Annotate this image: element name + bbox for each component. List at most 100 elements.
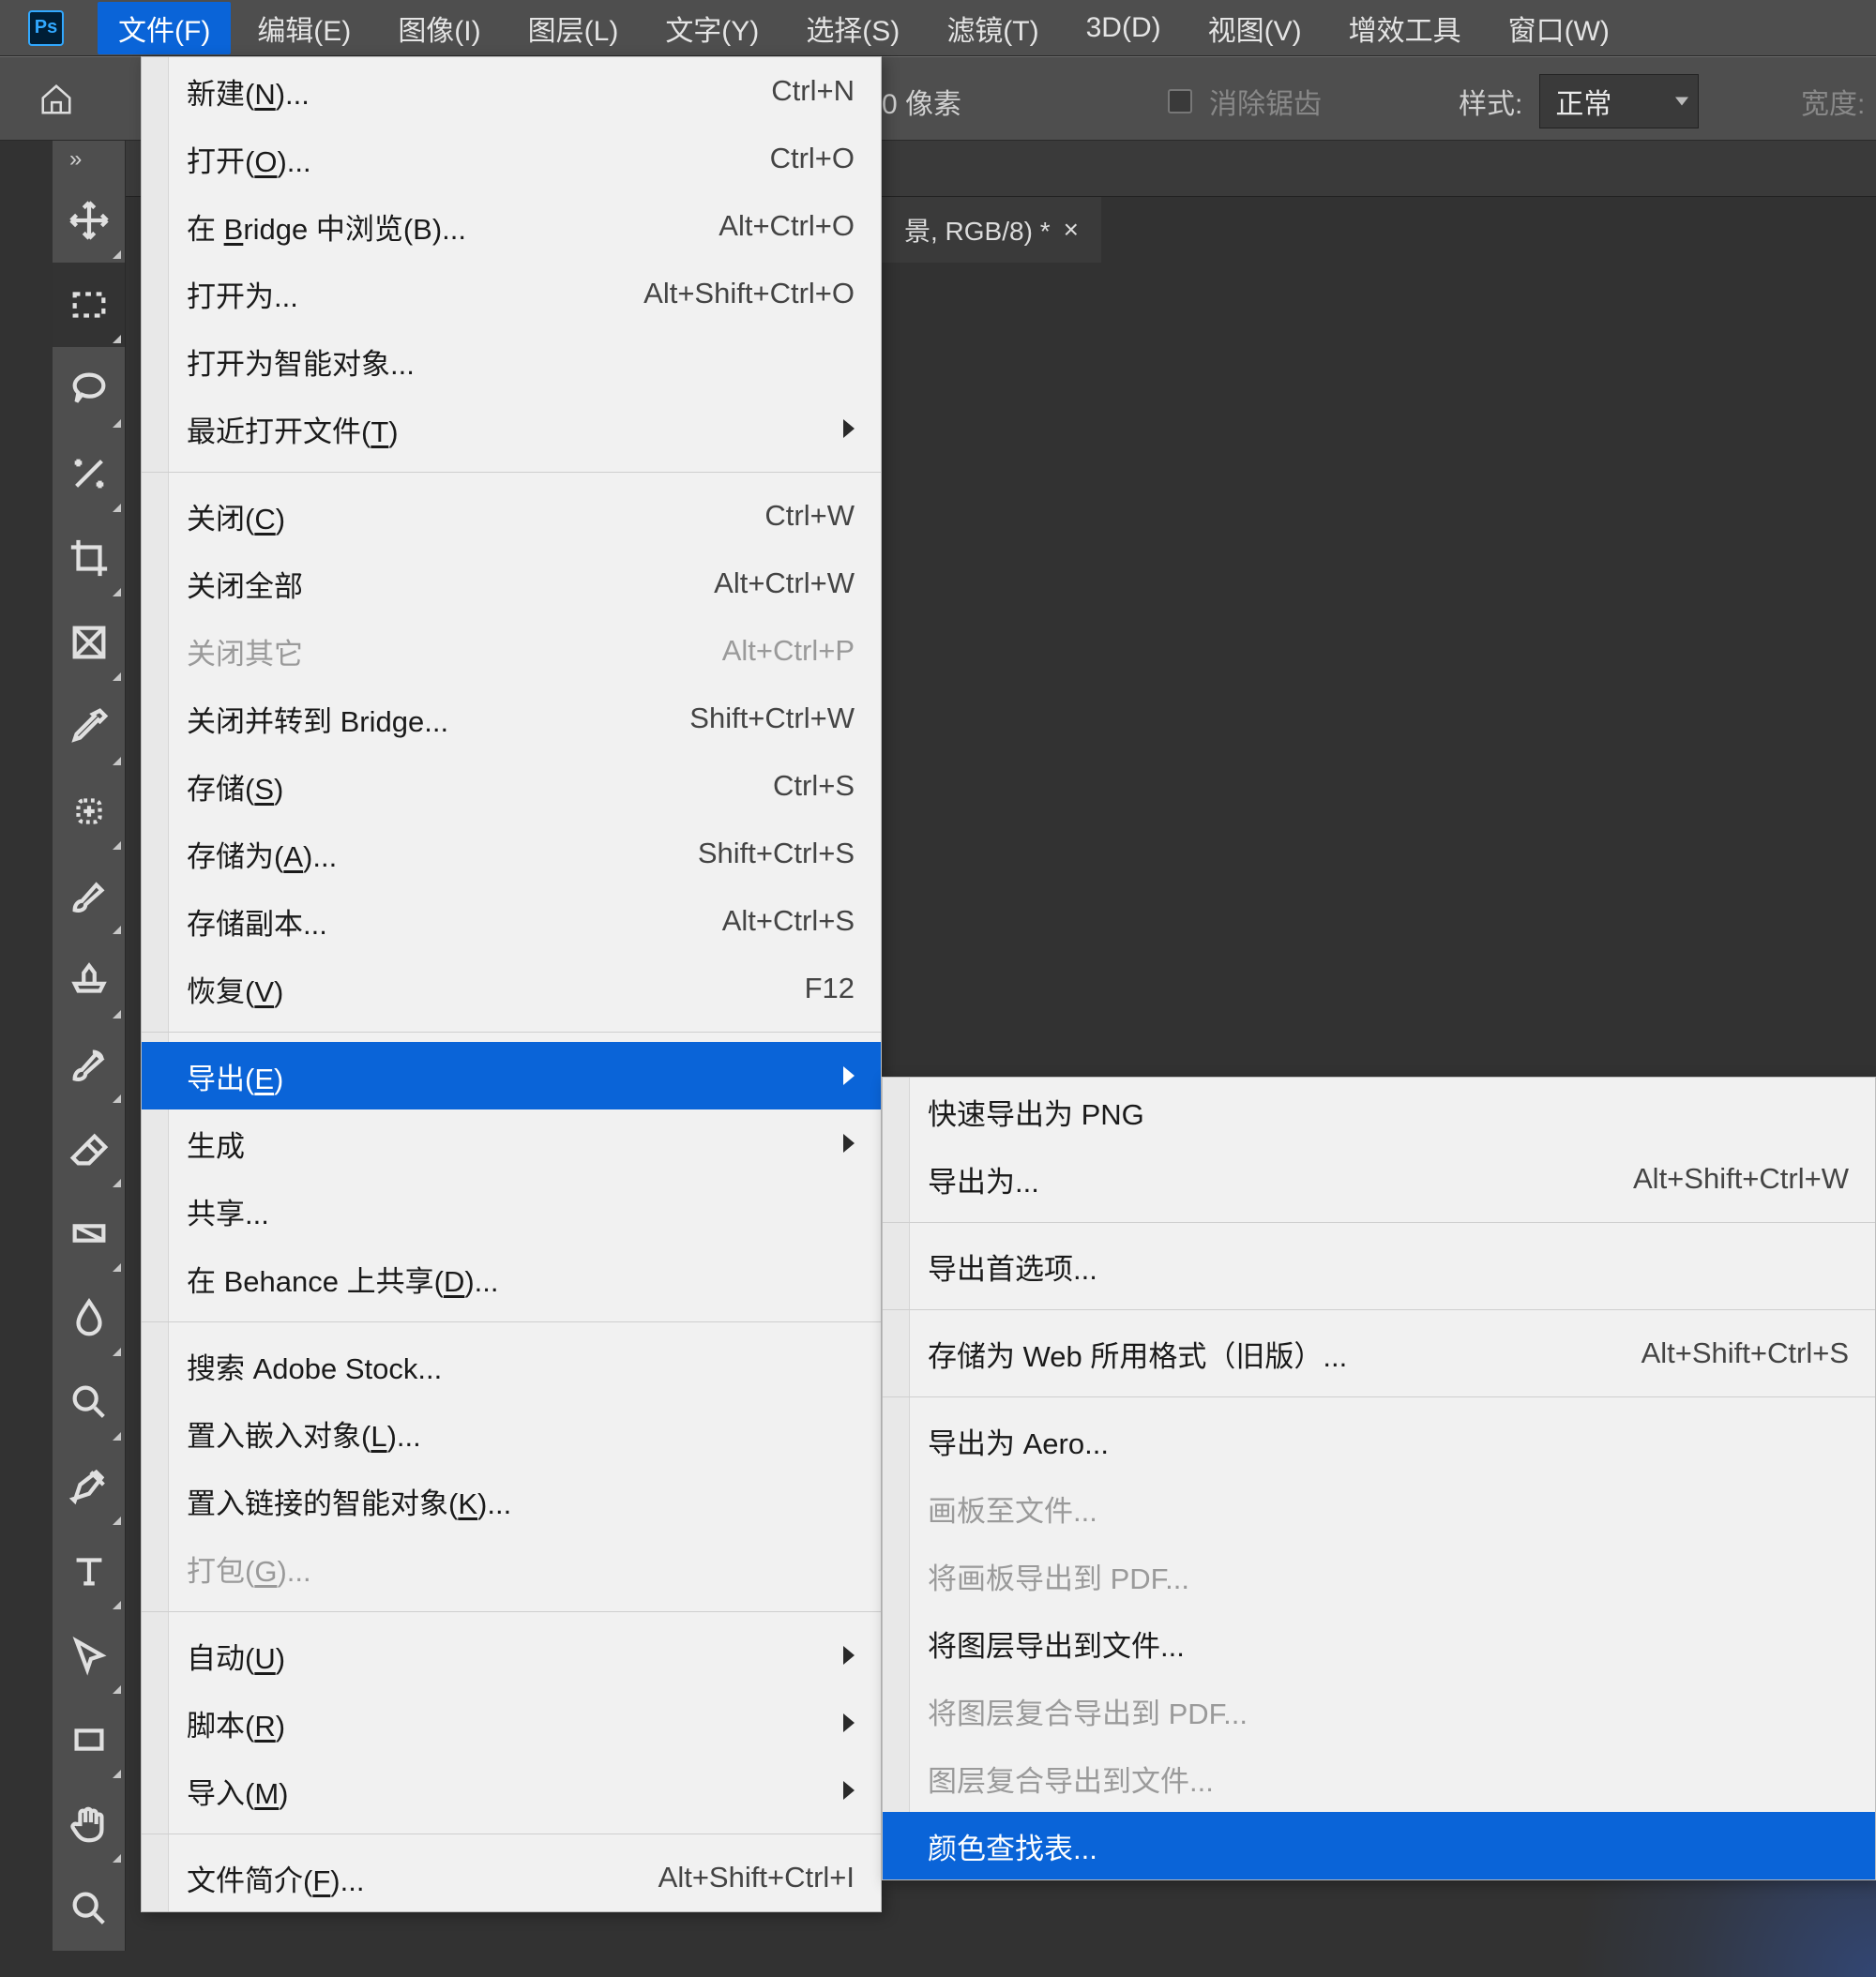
file-menu-item-17[interactable]: 生成 [142, 1109, 881, 1177]
hand-tool[interactable] [53, 1782, 125, 1866]
magic-wand-tool[interactable] [53, 431, 125, 516]
blur-tool[interactable] [53, 1275, 125, 1360]
export-submenu-item-1[interactable]: 导出为... Alt+Shift+Ctrl+W [883, 1145, 1875, 1213]
export-submenu-item-label: 将画板导出到 PDF... [928, 1555, 1849, 1597]
move-tool[interactable] [53, 178, 125, 263]
file-menu-item-27[interactable]: 脚本(R) [142, 1689, 881, 1757]
export-submenu-item-label: 将图层导出到文件... [928, 1622, 1849, 1665]
menu-file[interactable]: 文件(F) [98, 2, 231, 54]
export-submenu-item-label: 导出为... [928, 1158, 1605, 1200]
file-menu-item-28[interactable]: 导入(M) [142, 1757, 881, 1824]
style-label: 样式: [1459, 81, 1522, 122]
file-menu-item-label: 恢复(V) [187, 968, 777, 1010]
rectangle-tool[interactable] [53, 1698, 125, 1782]
document-tab[interactable]: 景, RGB/8) * × [882, 197, 1101, 263]
menubar: Ps 文件(F) 编辑(E) 图像(I) 图层(L) 文字(Y) 选择(S) 滤… [0, 0, 1876, 56]
history-brush-tool[interactable] [53, 1022, 125, 1107]
file-menu-item-2[interactable]: 在 Bridge 中浏览(B)...Alt+Ctrl+O [142, 192, 881, 260]
menu-edit[interactable]: 编辑(E) [236, 2, 371, 54]
file-menu-item-accel: Ctrl+N [771, 74, 855, 108]
menu-plugins[interactable]: 增效工具 [1328, 2, 1482, 54]
document-tab-close[interactable]: × [1064, 215, 1079, 245]
file-menu-item-18[interactable]: 共享... [142, 1177, 881, 1245]
file-menu-item-label: 存储(S) [187, 765, 745, 807]
frame-tool[interactable] [53, 600, 125, 685]
pen-tool[interactable] [53, 1444, 125, 1529]
path-selection-tool[interactable] [53, 1613, 125, 1698]
menu-layer[interactable]: 图层(L) [507, 2, 640, 54]
rectangular-marquee-tool[interactable] [53, 263, 125, 347]
crop-tool[interactable] [53, 516, 125, 600]
file-menu-item-11[interactable]: 存储(S)Ctrl+S [142, 752, 881, 820]
zoom-tool[interactable] [53, 1866, 125, 1951]
file-menu-item-10[interactable]: 关闭并转到 Bridge...Shift+Ctrl+W [142, 685, 881, 752]
antialias-checkbox[interactable] [1168, 89, 1192, 113]
eyedropper-tool[interactable] [53, 685, 125, 769]
file-menu-item-19[interactable]: 在 Behance 上共享(D)... [142, 1245, 881, 1312]
file-menu-item-8[interactable]: 关闭全部Alt+Ctrl+W [142, 550, 881, 617]
file-menu-item-22[interactable]: 置入嵌入对象(L)... [142, 1399, 881, 1467]
menu-view[interactable]: 视图(V) [1188, 2, 1323, 54]
file-menu-item-12[interactable]: 存储为(A)...Shift+Ctrl+S [142, 820, 881, 887]
file-menu-item-30[interactable]: 文件简介(F)...Alt+Shift+Ctrl+I [142, 1844, 881, 1911]
file-menu-item-0[interactable]: 新建(N)... Ctrl+N [142, 57, 881, 125]
file-menu-item-13[interactable]: 存储副本...Alt+Ctrl+S [142, 887, 881, 955]
file-menu-item-21[interactable]: 搜索 Adobe Stock... [142, 1332, 881, 1399]
file-menu-item-23[interactable]: 置入链接的智能对象(K)... [142, 1467, 881, 1534]
export-submenu-item-7[interactable]: 导出为 Aero... [883, 1407, 1875, 1474]
menu-filter[interactable]: 滤镜(T) [926, 2, 1059, 54]
export-submenu-item-label: 将图层复合导出到 PDF... [928, 1690, 1849, 1732]
menu-window[interactable]: 窗口(W) [1488, 2, 1630, 54]
clone-stamp-tool[interactable] [53, 938, 125, 1022]
file-menu-item-accel: Alt+Ctrl+W [714, 566, 855, 600]
export-submenu-item-5[interactable]: 存储为 Web 所用格式（旧版）...Alt+Shift+Ctrl+S [883, 1320, 1875, 1387]
export-submenu-item-11: 将图层复合导出到 PDF... [883, 1677, 1875, 1744]
menu-type[interactable]: 文字(Y) [644, 2, 779, 54]
lasso-tool[interactable] [53, 347, 125, 431]
menu-select[interactable]: 选择(S) [785, 2, 920, 54]
file-menu-item-label: 打开(O)... [187, 138, 742, 180]
file-menu-item-label: 最近打开文件(T) [187, 408, 815, 450]
brush-tool[interactable] [53, 853, 125, 938]
file-menu-item-1[interactable]: 打开(O)...Ctrl+O [142, 125, 881, 192]
opt-antialias[interactable]: 消除锯齿 [1168, 81, 1322, 122]
file-menu-item-accel: Alt+Ctrl+S [722, 904, 855, 938]
export-submenu-item-3[interactable]: 导出首选项... [883, 1232, 1875, 1300]
file-menu-item-accel: Alt+Ctrl+O [719, 209, 855, 243]
file-menu-item-label: 导入(M) [187, 1770, 815, 1812]
file-menu-item-accel: F12 [805, 972, 855, 1005]
export-submenu-item-10[interactable]: 将图层导出到文件... [883, 1609, 1875, 1677]
menu-image[interactable]: 图像(I) [377, 2, 501, 54]
file-menu-item-label: 自动(U) [187, 1635, 815, 1677]
export-submenu-item-12: 图层复合导出到文件... [883, 1744, 1875, 1812]
home-button[interactable] [28, 71, 84, 128]
file-menu-item-14[interactable]: 恢复(V) F12 [142, 955, 881, 1022]
style-select[interactable]: 正常 [1539, 74, 1699, 128]
export-submenu-item-label: 画板至文件... [928, 1487, 1849, 1530]
type-tool[interactable] [53, 1529, 125, 1613]
file-menu-item-16[interactable]: 导出(E) [142, 1042, 881, 1109]
file-menu-item-24: 打包(G)... [142, 1534, 881, 1602]
export-submenu-item-label: 导出首选项... [928, 1245, 1849, 1288]
file-menu-item-accel: Alt+Ctrl+P [722, 634, 855, 668]
file-menu-item-3[interactable]: 打开为...Alt+Shift+Ctrl+O [142, 260, 881, 327]
file-menu-separator [142, 472, 881, 473]
file-menu-item-5[interactable]: 最近打开文件(T) [142, 395, 881, 462]
submenu-arrow-icon [843, 1781, 855, 1800]
file-menu-item-7[interactable]: 关闭(C)Ctrl+W [142, 482, 881, 550]
gradient-tool[interactable] [53, 1191, 125, 1275]
opt-width-label: 宽度: [1801, 81, 1865, 122]
export-submenu-item-accel: Alt+Shift+Ctrl+W [1633, 1162, 1849, 1196]
file-menu-item-4[interactable]: 打开为智能对象... [142, 327, 881, 395]
opt-style: 样式: 正常 [1459, 74, 1699, 128]
export-submenu-item-13[interactable]: 颜色查找表... [883, 1812, 1875, 1879]
eraser-tool[interactable] [53, 1107, 125, 1191]
menu-3d[interactable]: 3D(D) [1066, 7, 1182, 50]
export-submenu-item-accel: Alt+Shift+Ctrl+S [1642, 1336, 1849, 1370]
dodge-tool[interactable] [53, 1360, 125, 1444]
file-menu-item-26[interactable]: 自动(U) [142, 1622, 881, 1689]
toolbar-expand-handle[interactable]: » [53, 141, 125, 178]
export-submenu-item-0[interactable]: 快速导出为 PNG [883, 1078, 1875, 1145]
file-menu-item-label: 新建(N)... [187, 70, 743, 113]
spot-healing-brush-tool[interactable] [53, 769, 125, 853]
